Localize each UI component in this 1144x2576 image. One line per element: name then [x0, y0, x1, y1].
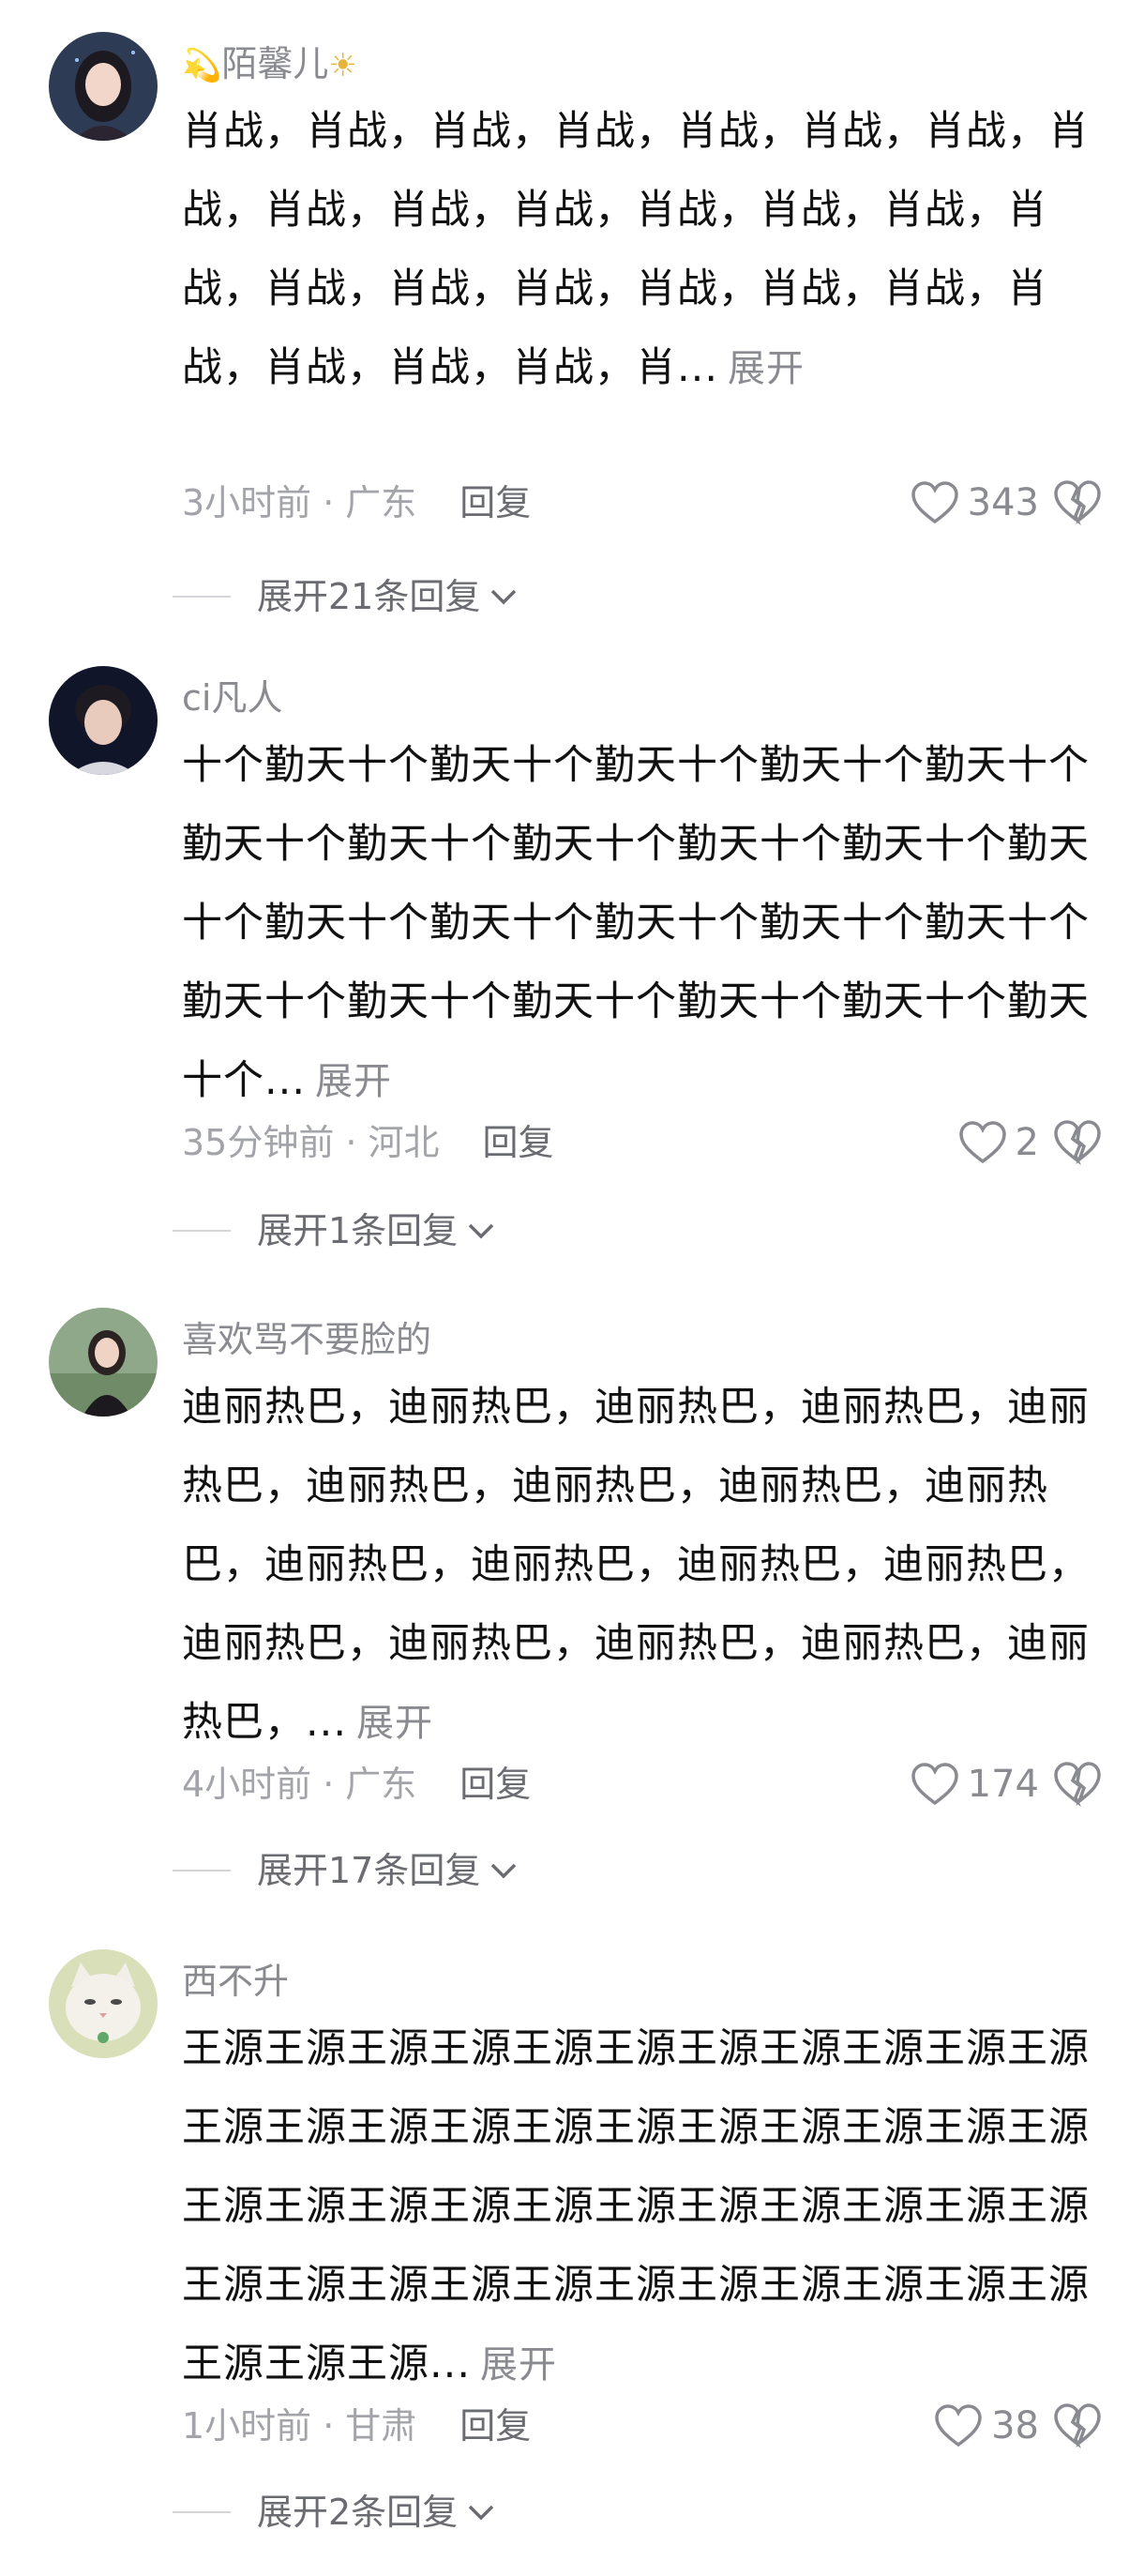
expand-text-button[interactable]: 展开	[480, 2343, 557, 2387]
comment-item: ci凡人 十个勤天十个勤天十个勤天十个勤天十个勤天十个勤天十个勤天十个勤天十个勤…	[0, 666, 1144, 1257]
expand-replies-button[interactable]: 展开1条回复	[173, 1206, 497, 1255]
avatar[interactable]	[49, 32, 158, 141]
comment-feed: 💫陌馨儿☀ 肖战，肖战，肖战，肖战，肖战，肖战，肖战，肖战，肖战，肖战，肖战，肖…	[0, 0, 1144, 2576]
avatar[interactable]	[49, 1308, 158, 1417]
reply-button[interactable]: 回复	[482, 1122, 553, 1163]
chevron-down-icon	[491, 589, 517, 605]
heart-outline-icon	[911, 481, 958, 524]
like-count: 174	[967, 1763, 1039, 1806]
chevron-down-icon	[491, 1863, 517, 1879]
comment-body: 肖战，肖战，肖战，肖战，肖战，肖战，肖战，肖战，肖战，肖战，肖战，肖战，肖战，肖…	[182, 108, 1090, 391]
username[interactable]: 💫陌馨儿☀	[182, 39, 357, 90]
broken-heart-icon[interactable]	[1052, 1118, 1103, 1165]
comment-item: 西不升 王源王源王源王源王源王源王源王源王源王源王源王源王源王源王源王源王源王源…	[0, 1949, 1144, 2550]
timestamp: 1小时前	[182, 2405, 312, 2447]
broken-heart-icon[interactable]	[1052, 1760, 1103, 1807]
sun-icon: ☀	[328, 47, 357, 84]
boy-portrait-avatar-icon	[49, 666, 158, 775]
location: 广东	[345, 1764, 417, 1805]
like-button[interactable]: 343	[910, 478, 1039, 527]
comment-body: 王源王源王源王源王源王源王源王源王源王源王源王源王源王源王源王源王源王源王源王源…	[182, 2025, 1090, 2387]
expand-replies-label: 展开2条回复	[257, 2492, 459, 2533]
woman-outdoor-avatar-icon	[49, 1308, 158, 1417]
like-button[interactable]: 174	[910, 1760, 1039, 1809]
username[interactable]: 喜欢骂不要脸的	[182, 1315, 431, 1364]
chevron-down-icon	[468, 2505, 494, 2521]
comment-text: 王源王源王源王源王源王源王源王源王源王源王源王源王源王源王源王源王源王源王源王源…	[182, 2009, 1091, 2404]
comment-text: 迪丽热巴，迪丽热巴，迪丽热巴，迪丽热巴，迪丽热巴，迪丽热巴，迪丽热巴，迪丽热巴，…	[182, 1368, 1091, 1763]
comment-body: 十个勤天十个勤天十个勤天十个勤天十个勤天十个勤天十个勤天十个勤天十个勤天十个勤天…	[182, 742, 1090, 1104]
avatar[interactable]	[49, 1949, 158, 2058]
location: 广东	[345, 482, 417, 523]
divider	[173, 596, 231, 598]
broken-heart-icon[interactable]	[1052, 478, 1103, 525]
username-text: 陌馨儿	[221, 43, 329, 84]
like-count: 343	[967, 481, 1039, 524]
timestamp: 35分钟前	[182, 1122, 335, 1163]
divider	[173, 2511, 231, 2513]
like-button[interactable]: 2	[957, 1118, 1039, 1167]
like-count: 2	[1015, 1121, 1039, 1164]
comment-meta: 3小时前 · 广东 回复	[182, 482, 532, 523]
comment-meta: 4小时前 · 广东 回复	[182, 1764, 532, 1805]
expand-replies-button[interactable]: 展开17条回复	[173, 1846, 519, 1895]
expand-text-button[interactable]: 展开	[728, 347, 805, 390]
heart-outline-icon	[935, 2404, 982, 2447]
expand-replies-label: 展开17条回复	[257, 1850, 481, 1891]
heart-outline-icon	[911, 1763, 958, 1806]
like-count: 38	[991, 2404, 1039, 2447]
expand-replies-button[interactable]: 展开21条回复	[173, 572, 519, 621]
location: 河北	[368, 1122, 440, 1163]
reply-button[interactable]: 回复	[459, 482, 531, 523]
heart-outline-icon	[958, 1121, 1006, 1164]
cat-avatar-icon	[49, 1949, 158, 2058]
reply-button[interactable]: 回复	[459, 2405, 531, 2447]
comment-item: 💫陌馨儿☀ 肖战，肖战，肖战，肖战，肖战，肖战，肖战，肖战，肖战，肖战，肖战，肖…	[0, 32, 1144, 623]
divider	[173, 1870, 231, 1871]
divider	[173, 1230, 231, 1232]
sparkle-icon: 💫	[182, 47, 222, 84]
expand-text-button[interactable]: 展开	[315, 1060, 392, 1103]
like-button[interactable]: 38	[933, 2402, 1039, 2450]
username-text: 喜欢骂不要脸的	[182, 1319, 432, 1360]
timestamp: 3小时前	[182, 482, 312, 523]
comment-meta: 1小时前 · 甘肃 回复	[182, 2405, 532, 2447]
comment-meta: 35分钟前 · 河北 回复	[182, 1122, 554, 1163]
expand-replies-label: 展开1条回复	[257, 1210, 459, 1251]
username[interactable]: 西不升	[182, 1957, 289, 2006]
expand-text-button[interactable]: 展开	[356, 1702, 433, 1745]
broken-heart-icon[interactable]	[1052, 2402, 1103, 2448]
username-text: ci凡人	[182, 677, 283, 719]
chevron-down-icon	[468, 1223, 494, 1239]
avatar[interactable]	[49, 666, 158, 775]
timestamp: 4小时前	[182, 1764, 312, 1805]
location: 甘肃	[345, 2405, 417, 2447]
username-text: 西不升	[182, 1961, 290, 2002]
comment-text: 十个勤天十个勤天十个勤天十个勤天十个勤天十个勤天十个勤天十个勤天十个勤天十个勤天…	[182, 726, 1091, 1121]
username[interactable]: ci凡人	[182, 674, 282, 722]
comment-item: 喜欢骂不要脸的 迪丽热巴，迪丽热巴，迪丽热巴，迪丽热巴，迪丽热巴，迪丽热巴，迪丽…	[0, 1308, 1144, 1899]
reply-button[interactable]: 回复	[459, 1764, 531, 1805]
girl-portrait-avatar-icon	[49, 32, 158, 141]
comment-body: 迪丽热巴，迪丽热巴，迪丽热巴，迪丽热巴，迪丽热巴，迪丽热巴，迪丽热巴，迪丽热巴，…	[182, 1384, 1090, 1746]
expand-replies-button[interactable]: 展开2条回复	[173, 2488, 497, 2537]
comment-text: 肖战，肖战，肖战，肖战，肖战，肖战，肖战，肖战，肖战，肖战，肖战，肖战，肖战，肖…	[182, 92, 1091, 408]
expand-replies-label: 展开21条回复	[257, 576, 481, 617]
